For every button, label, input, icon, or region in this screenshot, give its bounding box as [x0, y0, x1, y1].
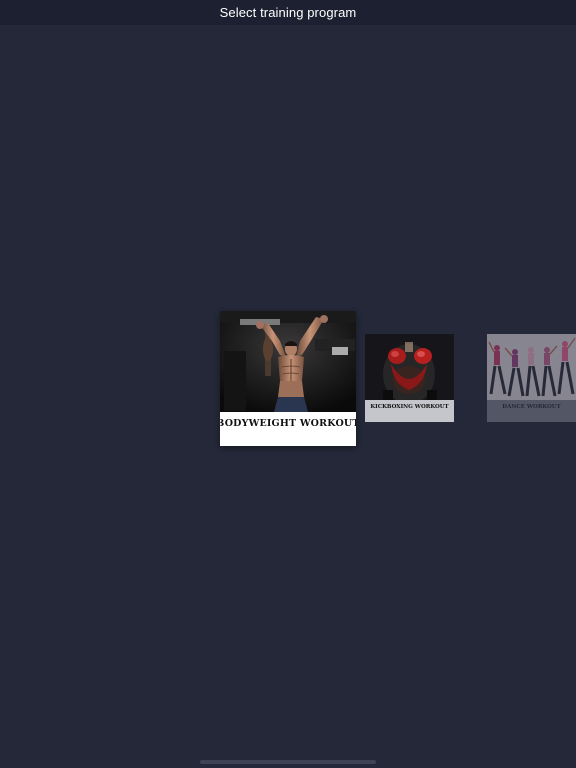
dance-workout-image	[487, 334, 576, 400]
program-card-label: BODYWEIGHT WORKOUT	[220, 417, 356, 429]
navigation-bar: Select training program	[0, 0, 576, 25]
training-program-screen: Select training program BODYWEIGHT WORKO…	[0, 0, 576, 768]
page-title: Select training program	[219, 5, 357, 20]
program-card-dance[interactable]: DANCE WORKOUT	[487, 334, 576, 422]
home-indicator[interactable]	[200, 760, 376, 764]
program-card-label: KICKBOXING WORKOUT	[370, 404, 449, 410]
program-card-kickboxing[interactable]: KICKBOXING WORKOUT	[365, 334, 454, 422]
program-card-label: DANCE WORKOUT	[502, 404, 561, 410]
bodyweight-workout-image	[220, 311, 356, 412]
program-card-bodyweight[interactable]: BODYWEIGHT WORKOUT	[220, 311, 356, 446]
kickboxing-workout-image	[365, 334, 454, 400]
